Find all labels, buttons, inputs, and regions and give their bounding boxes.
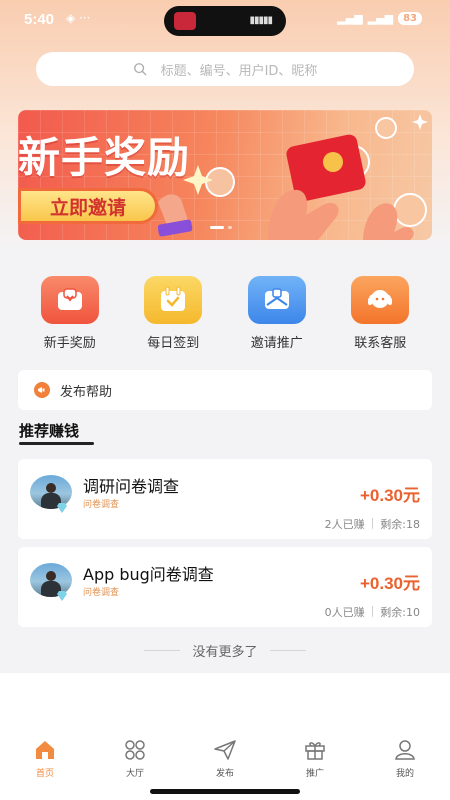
sparkle-icon — [412, 114, 428, 130]
divider-line — [269, 650, 306, 651]
banner-pagination[interactable] — [210, 226, 232, 229]
quick-action-newbie-reward[interactable]: 新手奖励 — [18, 276, 122, 351]
quick-action-label: 邀请推广 — [250, 336, 303, 351]
hand-icon — [268, 189, 339, 240]
bottom-tab-bar: 首页 大厅 发布 推广 我的 — [0, 738, 450, 788]
quick-action-label: 联系客服 — [354, 336, 407, 351]
tab-mine[interactable]: 我的 — [360, 738, 450, 788]
gift-box-icon — [40, 276, 99, 324]
user-icon — [395, 740, 415, 760]
tab-hall[interactable]: 大厅 — [90, 738, 180, 788]
tab-publish[interactable]: 发布 — [180, 738, 270, 788]
diamond-badge-icon — [57, 503, 67, 513]
search-icon — [133, 63, 146, 76]
task-remaining: 剩余:10 — [380, 606, 420, 619]
diamond-badge-icon — [57, 591, 67, 601]
quick-actions: 新手奖励 每日签到 邀请推广 联系客服 — [18, 276, 432, 351]
gift-icon — [305, 742, 325, 760]
home-indicator — [150, 789, 300, 794]
audio-bars-icon: ▮▮▮▮▮ — [249, 15, 272, 26]
no-more-label: 没有更多了 — [192, 645, 258, 660]
pagination-dot-active[interactable] — [210, 226, 224, 229]
quick-action-invite-promote[interactable]: 邀请推广 — [225, 276, 329, 351]
publish-help-label: 发布帮助 — [60, 384, 113, 400]
task-stats: 2人已赚 | 剩余:18 — [325, 516, 420, 532]
task-earned: 0人已赚 — [324, 606, 365, 619]
status-bar: 5:40 ◈ ··· ▮▮▮▮▮ ▂▄▆ ▂▄▆ 83 — [0, 0, 450, 40]
tab-label: 首页 — [35, 769, 54, 779]
coin-icon — [375, 117, 397, 139]
signal-icon: ▂▄▆ — [337, 12, 363, 25]
battery-icon: 83 — [398, 12, 422, 25]
pagination-dot[interactable] — [228, 226, 232, 229]
task-reward: +0.30元 — [359, 486, 420, 505]
search-bar[interactable]: 标题、编号、用户ID、昵称 — [36, 52, 414, 86]
app-activity-icon — [174, 12, 196, 30]
invite-now-button[interactable]: 立即邀请 — [18, 188, 158, 224]
banner-illustration — [158, 114, 428, 240]
coin-icon — [393, 193, 427, 227]
stats-separator: | — [370, 604, 375, 617]
divider-line — [144, 650, 181, 651]
grid-icon — [125, 740, 145, 760]
signal-icon-2: ▂▄▆ — [367, 12, 394, 25]
section-underline — [19, 442, 94, 445]
tab-home[interactable]: 首页 — [0, 738, 90, 788]
task-reward: +0.30元 — [359, 574, 420, 593]
envelope-seal — [323, 152, 343, 172]
end-of-list: 没有更多了 — [0, 641, 450, 660]
tab-label: 发布 — [215, 769, 234, 779]
status-notification-icons: ◈ ··· — [66, 11, 91, 25]
home-icon — [36, 741, 54, 759]
task-card[interactable]: App bug问卷调查 问卷调查 +0.30元 0人已赚 | 剩余:10 — [18, 547, 432, 627]
calendar-check-icon — [144, 276, 203, 324]
task-title: 调研问卷调查 — [83, 477, 180, 496]
quick-action-daily-checkin[interactable]: 每日签到 — [122, 276, 226, 351]
task-remaining: 剩余:18 — [380, 518, 420, 531]
status-time: 5:40 — [24, 11, 55, 28]
task-tag: 问卷调查 — [83, 588, 120, 598]
quick-action-label: 每日签到 — [147, 336, 200, 351]
dynamic-island: ▮▮▮▮▮ — [164, 6, 286, 36]
quick-action-label: 新手奖励 — [43, 336, 96, 351]
invite-now-label: 立即邀请 — [49, 196, 126, 219]
tab-promote[interactable]: 推广 — [270, 738, 360, 788]
customer-service-icon — [351, 276, 410, 324]
quick-action-customer-service[interactable]: 联系客服 — [329, 276, 433, 351]
task-title: App bug问卷调查 — [83, 565, 214, 584]
send-icon — [214, 740, 236, 760]
tab-label: 推广 — [305, 769, 324, 779]
search-placeholder: 标题、编号、用户ID、昵称 — [160, 63, 318, 79]
task-tag: 问卷调查 — [83, 500, 120, 510]
section-title: 推荐赚钱 — [19, 422, 80, 440]
coin-icon — [205, 167, 235, 197]
envelope-icon — [247, 276, 306, 324]
task-card[interactable]: 调研问卷调查 问卷调查 +0.30元 2人已赚 | 剩余:18 — [18, 459, 432, 539]
task-stats: 0人已赚 | 剩余:10 — [325, 604, 420, 620]
promo-banner[interactable]: 新手奖励 立即邀请 — [18, 110, 432, 240]
megaphone-icon — [34, 382, 50, 398]
tab-label: 大厅 — [125, 769, 144, 779]
tab-label: 我的 — [395, 769, 414, 779]
publish-help-bar[interactable]: 发布帮助 — [18, 370, 432, 410]
stats-separator: | — [370, 516, 375, 529]
task-earned: 2人已赚 — [324, 518, 365, 531]
status-indicators: ▂▄▆ ▂▄▆ 83 — [337, 12, 422, 25]
